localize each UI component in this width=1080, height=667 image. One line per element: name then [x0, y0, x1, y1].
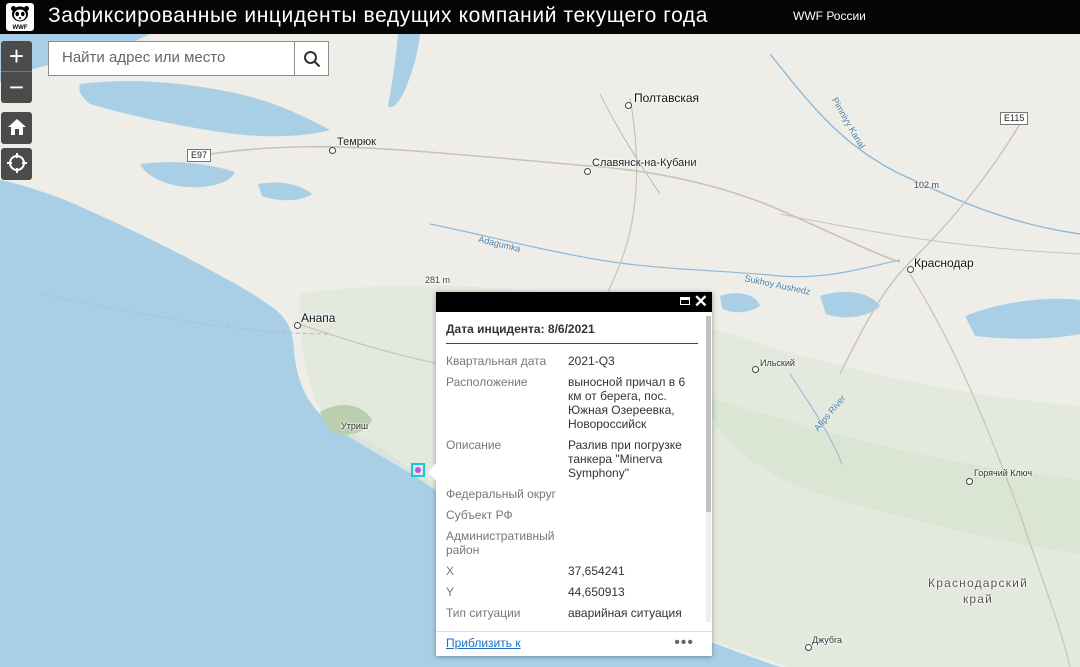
search-box [48, 41, 329, 76]
attribute-row: Расположение выносной причал в 6 км от бе… [446, 375, 698, 431]
attribute-label: X [446, 564, 455, 578]
attribute-label: Квартальная дата [446, 354, 547, 368]
logo-text: WWF [13, 25, 28, 31]
place-label-utrish: Утриш [341, 421, 369, 431]
attribute-value [568, 487, 696, 501]
city-label-poltavskaya: Полтавская [634, 91, 699, 105]
attribute-label: Федеральный округ [446, 487, 556, 501]
attribute-row: Тип ситуации аварийная ситуация [446, 606, 698, 620]
attribute-label: Субъект РФ [446, 508, 513, 522]
city-marker [294, 322, 301, 329]
search-button[interactable] [294, 42, 328, 75]
zoom-to-link[interactable]: Приблизить к [446, 636, 521, 650]
zoom-out-button[interactable]: − [1, 71, 32, 102]
home-icon [1, 112, 32, 142]
city-label-temryuk: Темрюк [337, 136, 376, 148]
search-icon [303, 50, 320, 67]
attribute-value [568, 508, 696, 522]
attribute-row: Описание Разлив при погрузке танкера "Min… [446, 438, 698, 480]
city-marker [625, 102, 632, 109]
popup-content[interactable]: Дата инцидента: 8/6/2021 Квартальная дат… [436, 312, 704, 626]
city-label-dzhubga: Джубга [812, 635, 843, 645]
wwf-panda-logo[interactable]: WWF [6, 3, 34, 31]
attribute-label: Y [446, 585, 455, 599]
attribute-value: 2021-Q3 [568, 354, 615, 368]
locate-button[interactable] [1, 148, 32, 180]
attribute-table: Квартальная дата 2021-Q3 Расположение выно… [446, 354, 698, 626]
popup-scrollbar[interactable] [706, 316, 711, 622]
scrollbar-thumb[interactable] [706, 316, 711, 512]
city-label-goryachy-klyuch: Горячий Ключ [974, 468, 1033, 478]
attribute-row: Квартальная дата 2021-Q3 [446, 354, 698, 368]
region-label: Краснодарский край [916, 575, 1040, 607]
road-shield-e115: E115 [1000, 112, 1029, 125]
zoom-in-button[interactable]: + [1, 41, 32, 71]
locate-crosshair-icon [1, 148, 32, 178]
organization-link[interactable]: WWF России [793, 9, 866, 23]
attribute-label: Расположение [446, 375, 528, 389]
attribute-row: Федеральный округ [446, 487, 698, 501]
city-marker [752, 366, 759, 373]
attribute-value: Разлив при погрузке танкера "Minerva Sym… [568, 438, 682, 480]
city-label-ilsky: Ильский [760, 358, 795, 368]
attribute-label: Административный район [446, 529, 555, 557]
attribute-row: X 37,654241 [446, 564, 698, 578]
city-label-slavyansk: Славянск-на-Кубани [592, 157, 697, 169]
attribute-row: Административный район [446, 529, 698, 557]
incident-popup: ✕ Дата инцидента: 8/6/2021 Квартальная д… [428, 292, 712, 656]
zoom-controls: + − [1, 41, 32, 103]
city-marker [907, 266, 914, 273]
region-label-line1: Краснодарский [928, 576, 1028, 590]
maximize-icon[interactable] [680, 297, 690, 305]
popup-titlebar: ✕ [436, 292, 712, 312]
region-label-line2: край [962, 592, 994, 606]
city-label-krasnodar: Краснодар [914, 256, 974, 270]
elevation-label-281: 281 m [425, 275, 451, 285]
elevation-label-102: 102 m [914, 180, 940, 190]
page-title: Зафиксированные инциденты ведущих компан… [48, 4, 709, 27]
road-shield-e97: E97 [187, 149, 212, 162]
incident-marker[interactable] [411, 463, 425, 477]
attribute-label: Тип ситуации [446, 606, 521, 620]
app-header: WWF Зафиксированные инциденты ведущих ко… [0, 0, 1080, 34]
incident-point [415, 467, 421, 473]
attribute-row: Y 44,650913 [446, 585, 698, 599]
more-actions-button[interactable]: ••• [674, 634, 694, 652]
popup-footer: Приблизить к ••• [436, 631, 712, 656]
city-marker [966, 478, 973, 485]
attribute-value: выносной причал в 6 км от берега, пос. Ю… [568, 375, 686, 431]
attribute-value [568, 529, 696, 557]
attribute-value: аварийная ситуация [568, 606, 682, 620]
attribute-value: 44,650913 [568, 585, 625, 599]
search-input[interactable] [49, 42, 292, 73]
attribute-row: Субъект РФ [446, 508, 698, 522]
city-marker [584, 168, 591, 175]
close-icon[interactable]: ✕ [694, 292, 708, 312]
attribute-label: Описание [446, 438, 502, 452]
city-label-anapa: Анапа [301, 311, 336, 325]
home-button[interactable] [1, 112, 32, 144]
attribute-value: 37,654241 [568, 564, 625, 578]
city-marker [329, 147, 336, 154]
popup-title: Дата инцидента: 8/6/2021 [446, 322, 698, 344]
city-marker [805, 644, 812, 651]
